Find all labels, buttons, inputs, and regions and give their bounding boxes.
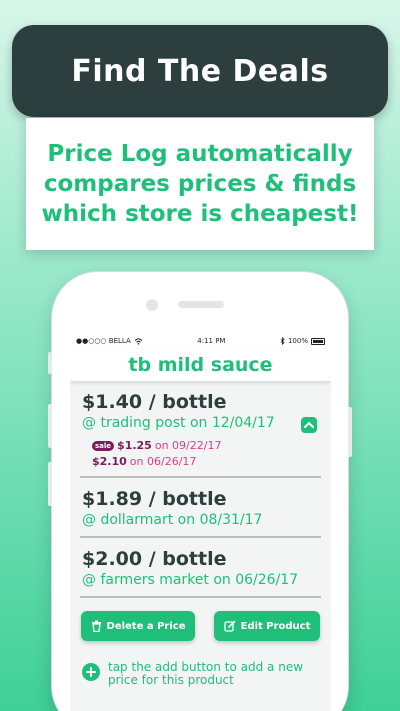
history-price: $1.25 (117, 439, 152, 452)
price-row[interactable]: $1.89 / bottle @ dollarmart on 08/31/17 (80, 478, 321, 538)
phone-volume-up (48, 404, 52, 448)
promo-card: Price Log automatically compares prices … (26, 118, 374, 250)
price-amount: $1.40 / bottle (82, 391, 227, 413)
status-time: 4:11 PM (197, 337, 226, 345)
carrier-label: ●●○○○ BELLA (76, 337, 131, 345)
price-store: @ trading post on 12/04/17 (82, 415, 275, 431)
history-price: $2.10 (92, 455, 127, 468)
edit-product-button[interactable]: Edit Product (214, 611, 320, 641)
delete-price-button[interactable]: Delete a Price (81, 611, 195, 641)
collapse-button[interactable] (301, 417, 317, 433)
price-list: $1.40 / bottle @ trading post on 12/04/1… (70, 381, 331, 598)
add-hint-text: tap the add button to add a new price fo… (108, 660, 304, 687)
price-history: sale $1.25 on 09/22/17 $2.10 on 06/26/17 (82, 439, 319, 468)
add-price-button[interactable] (82, 663, 100, 681)
action-bar: Delete a Price Edit Product (70, 598, 331, 641)
camera-icon (146, 299, 158, 311)
battery-label: 100% (287, 337, 308, 345)
wifi-icon (134, 337, 143, 345)
price-store: @ dollarmart on 08/31/17 (82, 512, 263, 528)
nav-bar: tb mild sauce (70, 349, 331, 381)
price-row[interactable]: $2.00 / bottle @ farmers market on 06/26… (80, 538, 321, 598)
phone-mute-switch (48, 352, 52, 374)
speaker-grille (178, 301, 224, 308)
plus-icon (86, 667, 96, 677)
battery-icon (310, 337, 325, 345)
history-item: sale $1.25 on 09/22/17 (92, 439, 319, 452)
promo-text: Price Log automatically compares prices … (41, 141, 359, 227)
chevron-up-icon (304, 421, 314, 428)
edit-icon (223, 620, 235, 632)
price-amount: $2.00 / bottle (82, 548, 227, 570)
banner-title: Find The Deals (71, 53, 329, 89)
trash-icon (91, 620, 101, 632)
history-date: on 06/26/17 (129, 455, 197, 468)
price-amount: $1.89 / bottle (82, 488, 227, 510)
edit-product-label: Edit Product (240, 620, 311, 632)
bluetooth-icon (280, 337, 285, 345)
history-date: on 09/22/17 (154, 439, 222, 452)
delete-price-label: Delete a Price (106, 620, 186, 632)
sale-badge: sale (92, 440, 115, 451)
price-row[interactable]: $1.40 / bottle @ trading post on 12/04/1… (80, 381, 321, 478)
phone-power-button (348, 407, 352, 457)
price-store: @ farmers market on 06/26/17 (82, 572, 299, 588)
app-screen: ●●○○○ BELLA 4:11 PM 100% tb mild sauce $… (70, 333, 331, 711)
add-hint: tap the add button to add a new price fo… (70, 641, 331, 687)
history-item: $2.10 on 06/26/17 (92, 455, 319, 468)
product-title: tb mild sauce (128, 354, 273, 376)
header-banner: Find The Deals (12, 25, 388, 117)
phone-volume-down (48, 462, 52, 506)
status-bar: ●●○○○ BELLA 4:11 PM 100% (70, 333, 331, 349)
